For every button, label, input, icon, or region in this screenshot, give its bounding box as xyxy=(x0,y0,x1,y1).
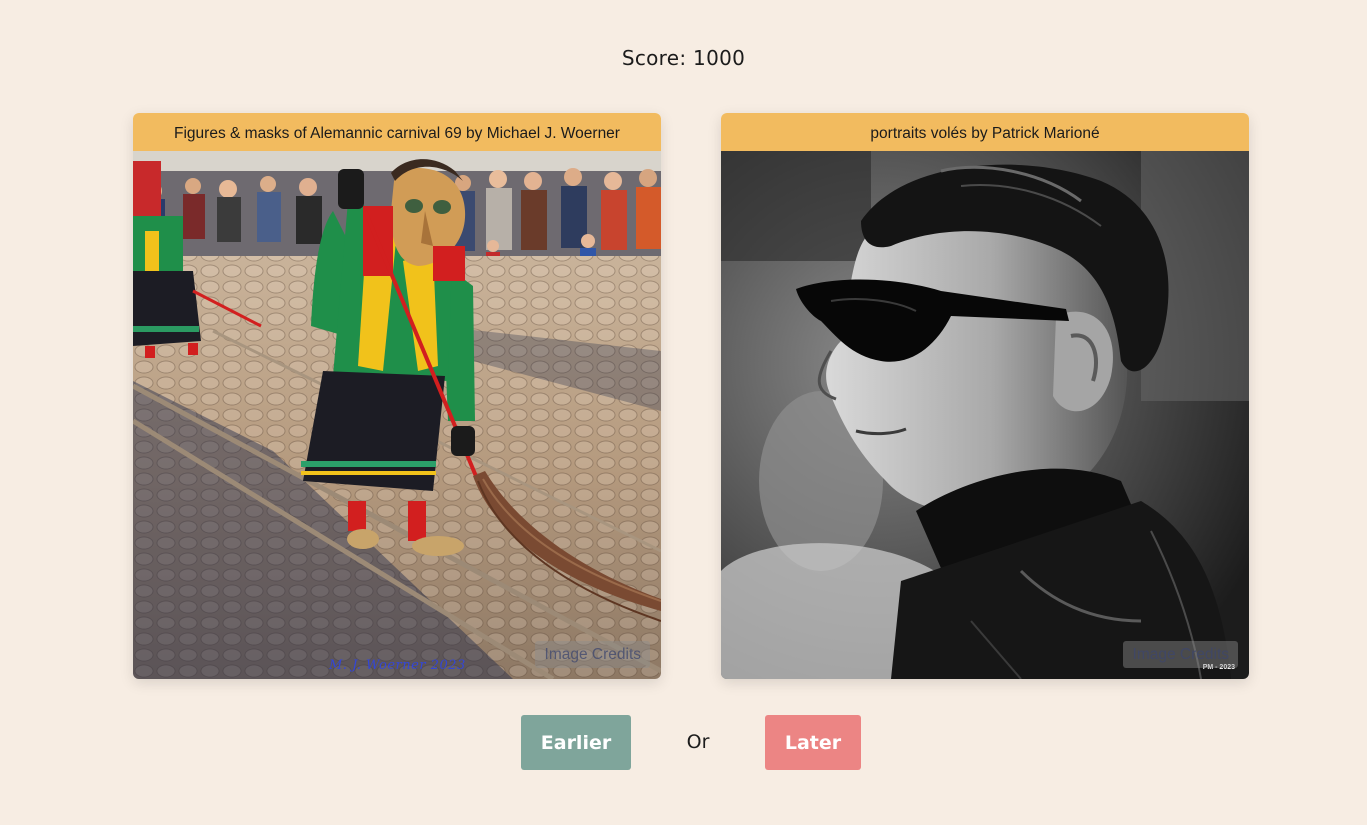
image-credits-button[interactable]: Image Credits xyxy=(1122,641,1238,668)
game-page: Score: 1000 Figures & masks of Alemannic… xyxy=(0,0,1367,825)
photo-card-title: Figures & masks of Alemannic carnival 69… xyxy=(133,113,661,151)
photo-signature: M. J. Woerner 2023 xyxy=(329,658,466,673)
or-label: Or xyxy=(686,731,710,753)
photo-card-title: portraits volés by Patrick Marioné xyxy=(721,113,1249,151)
score-display: Score: 1000 xyxy=(621,46,746,70)
portrait-photo-illustration xyxy=(721,151,1249,679)
carnival-photo: M. J. Woerner 2023 Image Credits xyxy=(133,151,661,679)
later-button[interactable]: Later xyxy=(765,715,861,770)
carnival-photo-illustration xyxy=(133,151,661,679)
portrait-photo: PM - 2023 Image Credits xyxy=(721,151,1249,679)
photo-card-right[interactable]: portraits volés by Patrick Marioné PM - … xyxy=(721,113,1249,679)
earlier-button[interactable]: Earlier xyxy=(521,715,631,770)
image-credits-button[interactable]: Image Credits xyxy=(534,641,650,668)
photo-card-left[interactable]: Figures & masks of Alemannic carnival 69… xyxy=(133,113,661,679)
